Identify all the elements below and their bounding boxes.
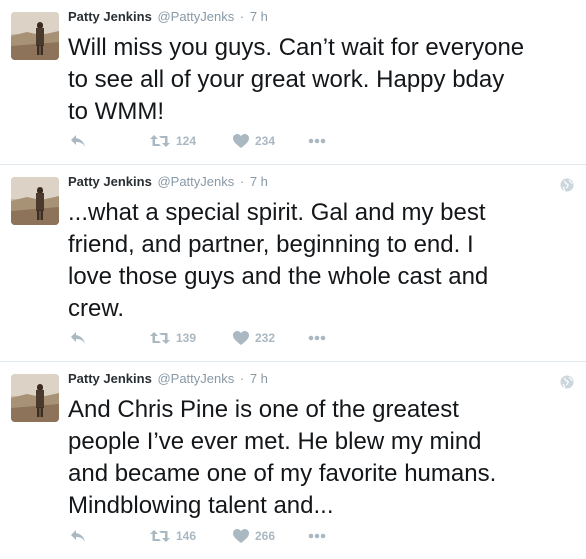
like-button[interactable]: 232	[233, 329, 275, 347]
tweet[interactable]: Patty Jenkins @PattyJenks · 7 h ...what …	[0, 165, 586, 362]
author-handle[interactable]: @PattyJenks	[157, 174, 234, 189]
reply-button[interactable]	[70, 527, 86, 545]
author-name[interactable]: Patty Jenkins	[68, 371, 152, 386]
tweet-feed: Patty Jenkins @PattyJenks · 7 h Will mis…	[0, 0, 586, 559]
author-name[interactable]: Patty Jenkins	[68, 174, 152, 189]
tweet-actions: 124 234	[68, 132, 368, 150]
more-icon	[308, 138, 326, 144]
like-count: 232	[255, 331, 276, 345]
separator: ·	[239, 174, 245, 189]
like-count: 266	[255, 529, 276, 543]
reply-icon	[71, 530, 85, 542]
author-handle[interactable]: @PattyJenks	[157, 371, 234, 386]
heart-icon	[233, 529, 249, 543]
retweet-count: 124	[176, 134, 197, 148]
tweet-header: Patty Jenkins @PattyJenks · 7 h	[68, 174, 268, 190]
retweet-count: 139	[176, 331, 197, 345]
tweet-text: ...what a special spirit. Gal and my bes…	[68, 199, 489, 322]
tweet[interactable]: Patty Jenkins @PattyJenks · 7 h Will mis…	[0, 0, 586, 165]
reply-button[interactable]	[70, 329, 86, 347]
retweet-button[interactable]: 139	[150, 329, 196, 347]
tweet-actions: 146 266	[68, 527, 368, 545]
retweet-button[interactable]: 124	[150, 132, 196, 150]
more-button[interactable]	[308, 329, 326, 347]
like-button[interactable]: 234	[233, 132, 275, 150]
reply-button[interactable]	[70, 132, 86, 150]
separator: ·	[239, 371, 245, 386]
tweet-text: Will miss you guys. Can’t wait for every…	[68, 34, 525, 125]
like-button[interactable]: 266	[233, 527, 275, 545]
avatar[interactable]	[11, 12, 59, 60]
tweet-actions: 139 232	[68, 329, 368, 347]
reply-icon	[71, 332, 85, 344]
globe-icon	[560, 178, 574, 192]
retweet-count: 146	[176, 529, 197, 543]
timestamp[interactable]: 7 h	[250, 371, 268, 386]
avatar[interactable]	[11, 374, 59, 422]
retweet-icon	[150, 530, 170, 542]
heart-icon	[233, 331, 249, 345]
separator: ·	[239, 9, 245, 24]
tweet-text: And Chris Pine is one of the greatest pe…	[68, 396, 497, 519]
timestamp[interactable]: 7 h	[250, 174, 268, 189]
tweet-header: Patty Jenkins @PattyJenks · 7 h	[68, 9, 268, 25]
reply-icon	[71, 135, 85, 147]
retweet-button[interactable]: 146	[150, 527, 196, 545]
like-count: 234	[255, 134, 276, 148]
author-handle[interactable]: @PattyJenks	[157, 9, 234, 24]
avatar[interactable]	[11, 177, 59, 225]
author-name[interactable]: Patty Jenkins	[68, 9, 152, 24]
globe-icon	[560, 375, 574, 389]
tweet-header: Patty Jenkins @PattyJenks · 7 h	[68, 371, 268, 387]
heart-icon	[233, 134, 249, 148]
more-button[interactable]	[308, 132, 326, 150]
timestamp[interactable]: 7 h	[250, 9, 268, 24]
tweet[interactable]: Patty Jenkins @PattyJenks · 7 h And Chri…	[0, 362, 586, 559]
more-icon	[308, 533, 326, 539]
more-icon	[308, 335, 326, 341]
retweet-icon	[150, 332, 170, 344]
retweet-icon	[150, 135, 170, 147]
more-button[interactable]	[308, 527, 326, 545]
